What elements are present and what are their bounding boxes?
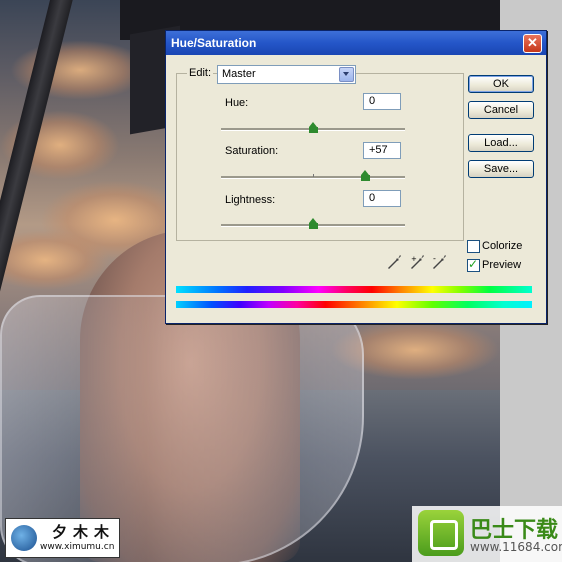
11684-logo: 巴士下载 www.11684.com: [412, 506, 562, 562]
saturation-slider-thumb[interactable]: [360, 170, 370, 181]
svg-text:-: -: [433, 254, 436, 263]
saturation-input[interactable]: +57: [363, 142, 401, 159]
preview-checkbox[interactable]: [467, 257, 480, 272]
adjustment-group: [176, 73, 464, 241]
saturation-center-tick: [313, 174, 314, 177]
title-bar[interactable]: Hue/Saturation ✕: [166, 31, 546, 55]
hue-label: Hue:: [225, 97, 249, 109]
hue-slider-thumb[interactable]: [308, 122, 318, 133]
save-button[interactable]: Save...: [468, 160, 534, 178]
edit-dropdown[interactable]: Master: [217, 65, 356, 84]
ximumu-logo: 夕木木 www.ximumu.cn: [5, 518, 120, 558]
dialog-title: Hue/Saturation: [171, 36, 257, 50]
close-button[interactable]: ✕: [523, 34, 542, 53]
eyedropper-plus-icon[interactable]: +: [411, 254, 425, 270]
eyedropper-icon[interactable]: [388, 254, 402, 270]
preview-label: Preview: [482, 259, 522, 271]
logo-box-icon: [418, 510, 464, 556]
hue-saturation-dialog: Hue/Saturation ✕ Edit: Master Hue: 0 Sat…: [165, 30, 547, 324]
globe-icon: [11, 525, 37, 551]
eyedropper-minus-icon[interactable]: -: [433, 254, 447, 270]
chevron-down-icon[interactable]: [339, 67, 354, 82]
lightness-slider-thumb[interactable]: [308, 218, 318, 229]
lightness-label: Lightness:: [225, 194, 276, 206]
11684-logo-url: www.11684.com: [470, 540, 562, 554]
saturation-label: Saturation:: [225, 145, 279, 157]
ok-button[interactable]: OK: [468, 75, 534, 93]
edit-label: Edit:: [187, 67, 214, 79]
ximumu-logo-url: www.ximumu.cn: [40, 542, 115, 552]
input-color-spectrum: [176, 286, 532, 293]
cancel-button[interactable]: Cancel: [468, 101, 534, 119]
colorize-label: Colorize: [482, 240, 523, 252]
edit-dropdown-value: Master: [222, 68, 256, 80]
hue-input[interactable]: 0: [363, 93, 401, 110]
ximumu-logo-text: 夕木木: [52, 523, 116, 541]
output-color-spectrum: [176, 301, 532, 308]
svg-text:+: +: [411, 255, 417, 263]
load-button[interactable]: Load...: [468, 134, 534, 152]
colorize-checkbox[interactable]: [467, 240, 480, 253]
lightness-input[interactable]: 0: [363, 190, 401, 207]
